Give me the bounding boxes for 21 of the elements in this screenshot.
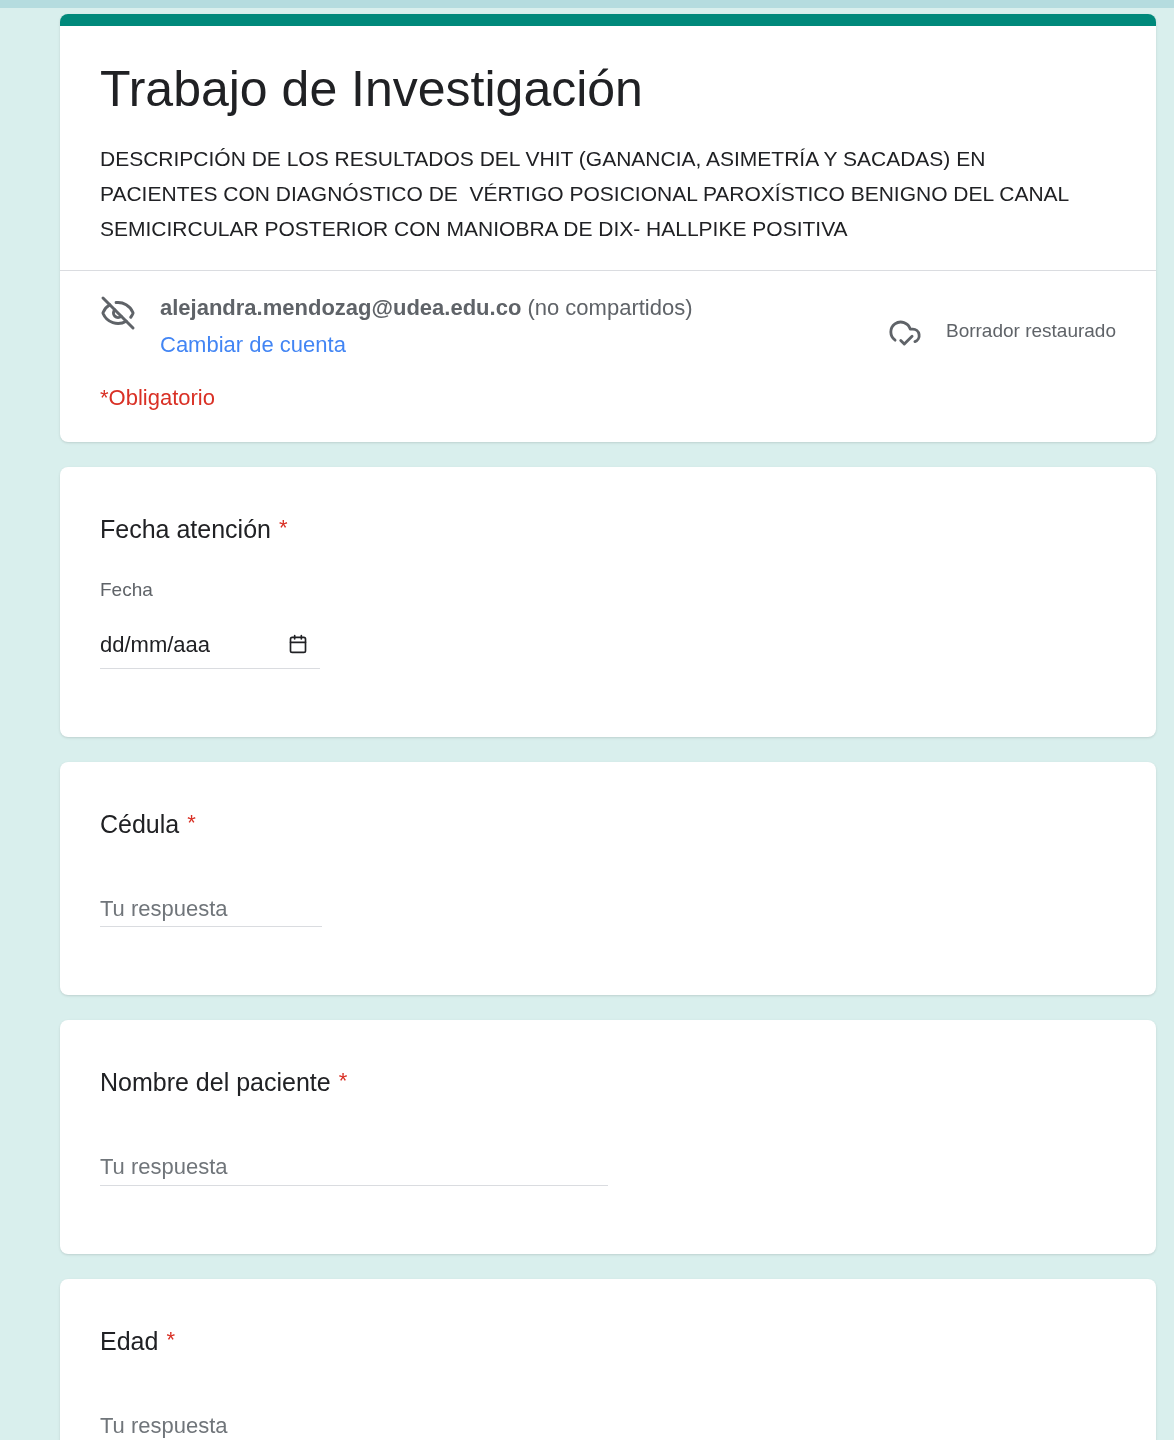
required-asterisk: * bbox=[278, 513, 288, 542]
form-description: DESCRIPCIÓN DE LOS RESULTADOS DEL VHIT (GANANCIA, ASIMETRÍA Y SACADAS) EN PACIENTES CON DIAGNÓSTICO DE VÉRTIGO POSICIONAL PAROXÍSTICO BENIGNO DEL CANAL SEMICIRCULAR POSTERIOR CON MANIOBRA DE DIX- HALLPIKE POSITIVA bbox=[100, 145, 1070, 242]
answer-field[interactable]: Tu respuesta bbox=[100, 1149, 608, 1186]
switch-account-link[interactable]: Cambiar de cuenta bbox=[160, 327, 346, 361]
draft-status: Borrador restaurado bbox=[945, 319, 1116, 344]
account-email: alejandra.mendozag@udea.edu.co (no compartidos) bbox=[160, 293, 694, 322]
question-title: Cédula bbox=[100, 808, 180, 840]
eye-slash-icon bbox=[100, 294, 136, 331]
calendar-icon bbox=[288, 634, 308, 654]
answer-field[interactable]: Tu respuesta bbox=[100, 1408, 322, 1440]
question-title: Nombre del paciente bbox=[100, 1067, 331, 1098]
required-note: *Obligatorio bbox=[100, 383, 216, 412]
field-sublabel: Fecha bbox=[100, 578, 154, 602]
required-asterisk: * bbox=[166, 1325, 175, 1354]
required-asterisk: * bbox=[338, 1067, 348, 1095]
required-asterisk: * bbox=[187, 808, 196, 837]
form-title: Trabajo de Investigación bbox=[100, 60, 644, 119]
answer-field[interactable]: Tu respuesta bbox=[100, 891, 322, 927]
date-field[interactable]: dd/mm/aaa bbox=[100, 620, 320, 669]
question-title: Edad bbox=[100, 1325, 159, 1357]
question-title: Fecha atención bbox=[100, 513, 271, 545]
